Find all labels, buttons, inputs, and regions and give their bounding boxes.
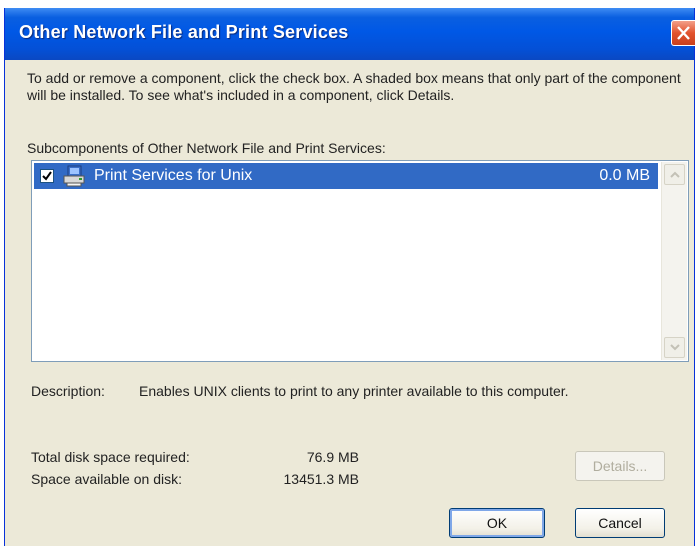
vertical-scrollbar[interactable] <box>661 162 687 360</box>
description-text: Enables UNIX clients to print to any pri… <box>139 383 569 399</box>
chevron-down-icon <box>670 344 680 351</box>
subcomponents-listbox[interactable]: Print Services for Unix 0.0 MB <box>31 160 689 362</box>
instruction-text: To add or remove a component, click the … <box>27 70 681 103</box>
subcomponents-label: Subcomponents of Other Network File and … <box>27 140 386 156</box>
printer-computer-icon <box>62 165 88 192</box>
scroll-down-button[interactable] <box>664 337 685 358</box>
dialog-window: Other Network File and Print Services To… <box>4 8 695 546</box>
disk-space-available-value: 13451.3 MB <box>283 471 360 487</box>
component-size: 0.0 MB <box>599 167 650 184</box>
close-button[interactable] <box>671 20 695 46</box>
ok-button[interactable]: OK <box>449 508 545 538</box>
title-bar[interactable]: Other Network File and Print Services <box>5 8 695 60</box>
scroll-up-button[interactable] <box>664 164 685 185</box>
window-title: Other Network File and Print Services <box>19 22 349 42</box>
disk-space-required-value: 76.9 MB <box>306 449 359 465</box>
cancel-button[interactable]: Cancel <box>575 508 665 538</box>
dialog-body: To add or remove a component, click the … <box>5 60 694 546</box>
disk-space-required-label: Total disk space required: <box>31 449 190 465</box>
component-checkbox[interactable] <box>40 169 54 183</box>
list-item-print-services-for-unix[interactable]: Print Services for Unix 0.0 MB <box>34 163 658 189</box>
description-label: Description: <box>31 383 105 399</box>
component-name: Print Services for Unix <box>94 167 253 184</box>
checkmark-icon <box>42 171 52 181</box>
disk-space-available-label: Space available on disk: <box>31 471 182 487</box>
details-button[interactable]: Details... <box>575 451 665 481</box>
close-icon <box>677 26 690 40</box>
chevron-up-icon <box>670 171 680 178</box>
